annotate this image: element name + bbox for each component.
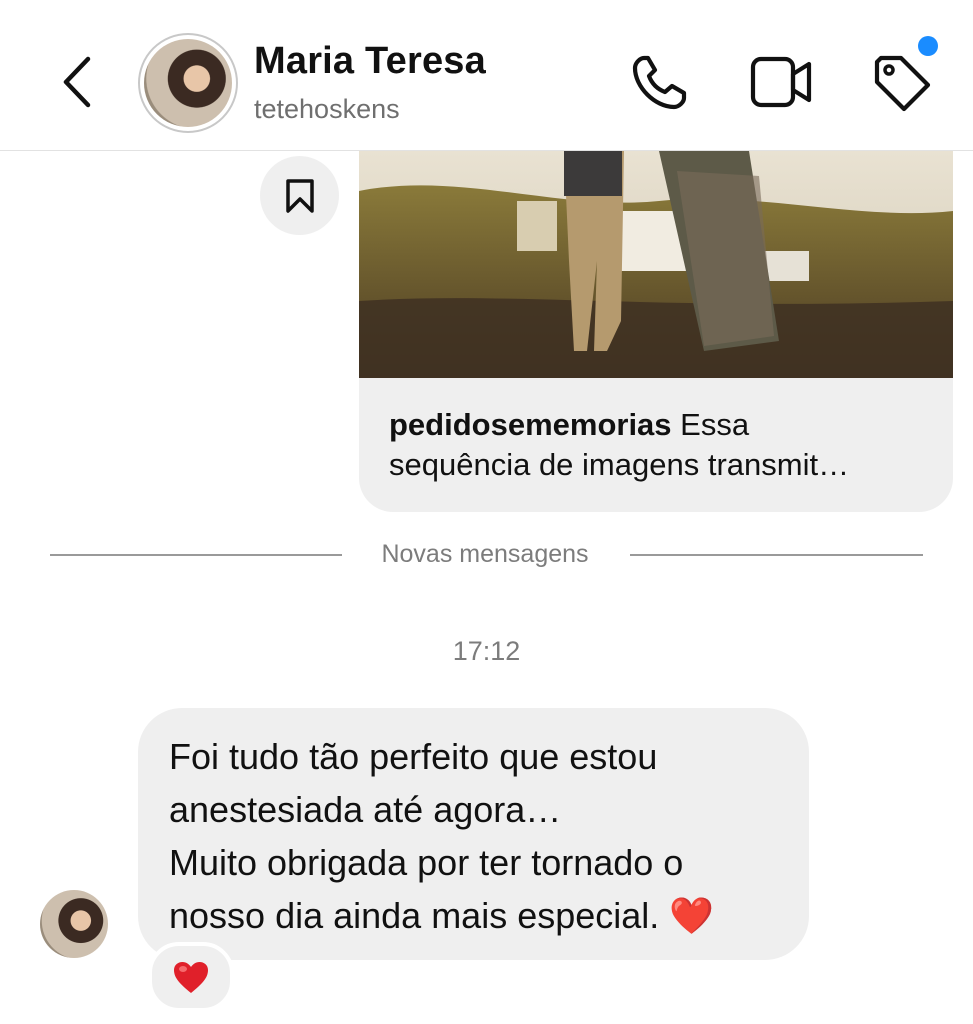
message-line: Muito obrigada por ter tornado o <box>169 842 684 883</box>
post-caption-line-2: sequência de imagens transmit… <box>389 447 850 482</box>
avatar-photo <box>144 39 232 127</box>
message-line: Foi tudo tão perfeito que estou <box>169 736 658 777</box>
contact-name[interactable]: Maria Teresa <box>254 40 486 83</box>
sender-avatar[interactable] <box>40 890 108 958</box>
bookmark-icon <box>285 178 314 213</box>
message-bubble[interactable]: Foi tudo tão perfeito que estou anestesi… <box>138 708 809 960</box>
tag-icon[interactable] <box>872 54 932 114</box>
notification-dot <box>918 36 938 56</box>
contact-avatar[interactable] <box>138 33 238 133</box>
post-author[interactable]: pedidosememorias <box>389 407 672 442</box>
post-caption-line-1: Essa <box>680 407 750 442</box>
message-timestamp: 17:12 <box>452 636 521 666</box>
save-post-button[interactable] <box>260 156 339 235</box>
video-icon[interactable] <box>750 56 812 108</box>
message-line: anestesiada até agora… <box>169 789 562 830</box>
message-line: nosso dia ainda mais especial. ❤️ <box>169 895 715 936</box>
divider-line-left <box>50 554 342 556</box>
heart-icon <box>174 962 208 993</box>
contact-username[interactable]: tetehoskens <box>254 94 400 125</box>
shared-post-card[interactable]: pedidosememorias Essa sequência de image… <box>359 151 953 512</box>
chat-header: Maria Teresa tetehoskens <box>0 0 973 151</box>
phone-icon[interactable] <box>630 54 688 112</box>
heart-reaction[interactable] <box>148 942 234 1012</box>
post-caption: pedidosememorias Essa sequência de image… <box>389 405 929 485</box>
divider-line-right <box>630 554 923 556</box>
post-image <box>359 151 953 378</box>
back-button[interactable] <box>52 50 102 114</box>
new-messages-label: Novas mensagens <box>381 540 589 568</box>
back-icon <box>63 56 91 108</box>
